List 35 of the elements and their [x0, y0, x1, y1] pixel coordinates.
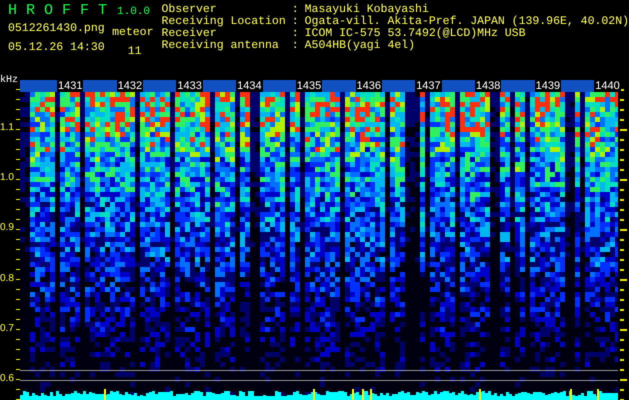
- app-title: H R O F F T: [8, 2, 108, 19]
- axis-label: 1.1: [0, 122, 14, 133]
- axis-label: 0.6: [0, 373, 14, 384]
- time-label: 1431: [57, 80, 84, 92]
- time-label: 1435: [296, 80, 322, 92]
- time-label: 1434: [236, 80, 263, 92]
- axis-label: 0.8: [0, 272, 14, 284]
- info-separator: :: [292, 28, 299, 40]
- info-label: Receiving Location: [162, 16, 286, 28]
- info-separator: :: [292, 40, 299, 52]
- info-value: ICOM IC-575 53.7492(@LCD)MHz USB: [304, 28, 526, 40]
- info-separator: :: [292, 16, 299, 28]
- info-label: Receiver: [162, 28, 217, 40]
- axis-label: 0.9: [0, 222, 14, 234]
- time-label: 1438: [474, 80, 502, 92]
- info-separator: :: [292, 4, 299, 16]
- meteor-count: 11: [128, 46, 142, 58]
- info-label: Observer: [162, 4, 217, 16]
- time-label: 1437: [415, 80, 442, 92]
- file-name: 0512261430.png: [8, 23, 105, 37]
- axis-unit: kHz: [0, 75, 18, 86]
- time-label: 1436: [356, 80, 382, 92]
- time-label: 1439: [534, 80, 562, 92]
- time-label: 1440: [594, 80, 621, 92]
- axis-label: 0.7: [0, 322, 14, 334]
- axis-label: 1.0: [0, 172, 14, 184]
- meteor-label: meteor: [112, 27, 154, 39]
- date-time: 05.12.26 14:30: [8, 42, 105, 56]
- info-label: Receiving antenna: [162, 40, 280, 52]
- app-version: 1.0.0: [117, 6, 150, 18]
- info-value: Masayuki Kobayashi: [304, 4, 429, 16]
- info-value: A504HB(yagi 4el): [304, 40, 416, 52]
- time-label: 1433: [176, 80, 203, 92]
- info-value: Ogata-vill. Akita-Pref. JAPAN (139.96E, 40.02N): [304, 16, 629, 28]
- time-label: 1432: [116, 80, 144, 92]
